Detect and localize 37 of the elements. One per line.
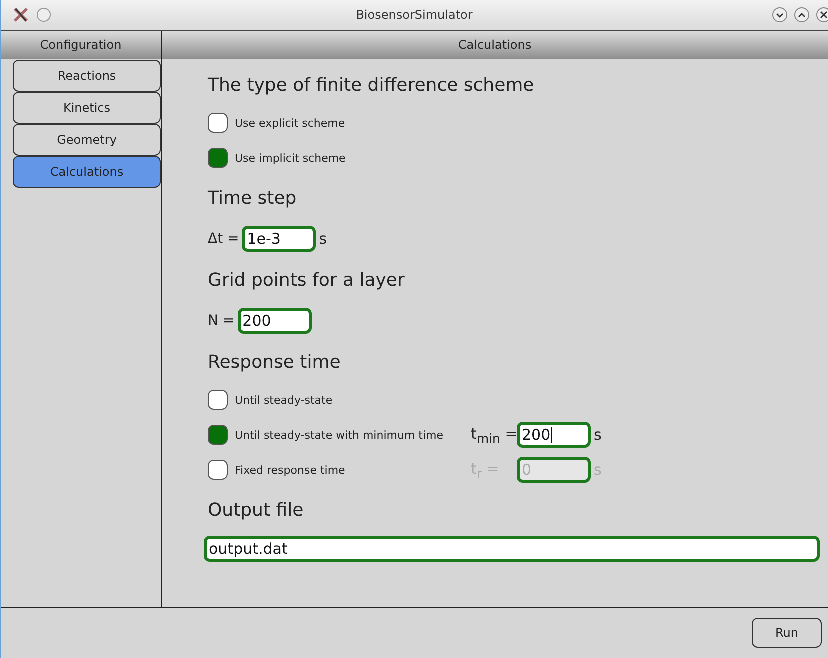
text-cursor xyxy=(550,427,552,443)
input-field[interactable]: output.dat xyxy=(204,536,820,562)
section-heading: Time step xyxy=(208,188,298,209)
input-field[interactable]: 200 xyxy=(238,308,312,334)
field-label: t$_{min}$ = xyxy=(471,424,514,446)
option-label: Use explicit scheme xyxy=(235,116,346,130)
option-label: Until steady-state xyxy=(235,394,334,406)
input-field[interactable]: 200 xyxy=(517,422,591,448)
unit-label: s xyxy=(594,426,602,444)
sidebar-item[interactable]: Calculations xyxy=(13,156,161,188)
panel-header: Calculations xyxy=(162,31,828,59)
sidebar-item[interactable]: Reactions xyxy=(13,60,161,92)
checkbox[interactable] xyxy=(208,148,228,168)
option-label: Fixed response time xyxy=(235,464,346,476)
section-heading: Response time xyxy=(208,352,342,373)
section-heading: Grid points for a layer xyxy=(208,270,406,291)
section-heading: The type of finite difference scheme xyxy=(208,75,536,96)
window-title: BiosensorSimulator xyxy=(355,8,474,22)
field-label: N = xyxy=(208,313,235,329)
option-label: Use implicit scheme xyxy=(235,152,347,164)
app-icon xyxy=(13,7,29,23)
field-label: Δt = xyxy=(208,231,240,247)
sidebar-item[interactable]: Kinetics xyxy=(13,92,161,124)
unit-label: s xyxy=(319,230,328,248)
sidebar-item[interactable]: Geometry xyxy=(13,124,161,156)
minimize-icon[interactable] xyxy=(772,7,788,23)
section-heading: Output file xyxy=(208,500,305,521)
maximize-icon[interactable] xyxy=(794,7,810,23)
option-label: Until steady-state with minimum time xyxy=(235,428,445,442)
checkbox[interactable] xyxy=(208,425,228,445)
checkbox[interactable] xyxy=(208,390,228,410)
sidebar-header: Configuration xyxy=(1,31,161,59)
input-field[interactable]: 1e-3 xyxy=(242,226,316,252)
run-button[interactable]: Run xyxy=(752,618,822,648)
checkbox[interactable] xyxy=(208,460,228,480)
close-icon[interactable] xyxy=(816,7,828,23)
checkbox[interactable] xyxy=(208,113,228,133)
